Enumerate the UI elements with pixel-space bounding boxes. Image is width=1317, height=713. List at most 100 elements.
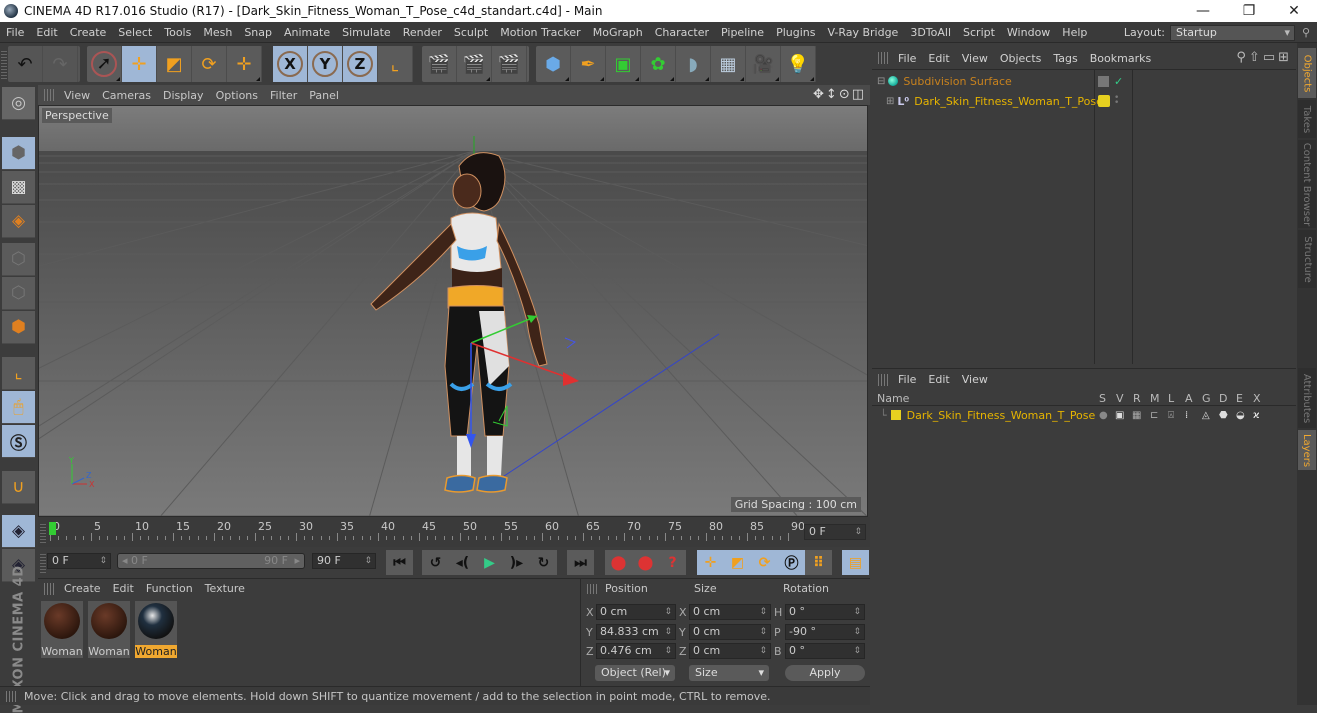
live-selection-icon[interactable]: ➚ <box>87 46 122 82</box>
coordinates-grip[interactable] <box>587 584 597 594</box>
layer-color-swatch[interactable] <box>890 410 901 420</box>
menu-render[interactable]: Render <box>397 26 448 39</box>
viewport-menu-filter[interactable]: Filter <box>264 89 303 102</box>
menu-select[interactable]: Select <box>112 26 158 39</box>
axis-mode-icon[interactable]: ⌞ <box>2 357 35 390</box>
pen-spline-icon[interactable]: ✒ <box>571 46 606 82</box>
x-axis-icon[interactable]: X <box>273 46 308 82</box>
column-locked[interactable]: L <box>1168 392 1174 405</box>
timeline[interactable]: 0 5 10 15 20 25 30 35 40 45 50 55 60 65 70 75 80 85 90 0 F… <box>38 517 870 547</box>
visible-toggle-icon[interactable]: ▣ <box>1115 410 1124 421</box>
minimize-button[interactable]: — <box>1180 0 1226 22</box>
light-icon[interactable]: 💡 <box>781 46 816 82</box>
material-menu-function[interactable]: Function <box>140 582 199 595</box>
floor-icon[interactable]: ▦ <box>711 46 746 82</box>
om-menu-view[interactable]: View <box>956 52 994 65</box>
menu-3dtoall[interactable]: 3DToAll <box>904 26 957 39</box>
frame-range-slider[interactable]: ◂ 0 F 90 F ▸ <box>117 553 305 569</box>
viewport-grip[interactable] <box>44 89 56 101</box>
enabled-check-icon[interactable]: ✓ <box>1114 75 1123 88</box>
render-toggle-icon[interactable]: ▦ <box>1132 410 1141 421</box>
model-mode-icon[interactable]: ⬢ <box>2 137 35 170</box>
menu-script[interactable]: Script <box>957 26 1001 39</box>
point-level-animation-button[interactable]: ⠿ <box>805 550 832 575</box>
menu-pipeline[interactable]: Pipeline <box>715 26 770 39</box>
object-name[interactable]: Subdivision Surface <box>903 75 1011 88</box>
start-frame-field[interactable]: 0 F ⇕ <box>47 553 111 569</box>
previous-frame-button[interactable]: ◂( <box>449 550 476 575</box>
menu-simulate[interactable]: Simulate <box>336 26 397 39</box>
menu-window[interactable]: Window <box>1001 26 1056 39</box>
texture-mode-icon[interactable]: ▩ <box>2 171 35 204</box>
viewport-menu-view[interactable]: View <box>58 89 96 102</box>
redo-icon[interactable]: ↷ <box>43 46 78 82</box>
column-animation[interactable]: A <box>1185 392 1193 405</box>
lock-toggle-icon[interactable]: ⍓ <box>1168 410 1174 421</box>
layer-name[interactable]: Dark_Skin_Fitness_Woman_T_Pose <box>907 409 1096 422</box>
menu-snap[interactable]: Snap <box>238 26 278 39</box>
lm-menu-edit[interactable]: Edit <box>922 373 955 386</box>
viewport-nav-icons[interactable]: ✥↕⊙◫ <box>813 87 866 102</box>
undo-icon[interactable]: ↶ <box>8 46 43 82</box>
column-render[interactable]: R <box>1133 392 1141 405</box>
go-to-next-key-button[interactable]: ↻ <box>530 550 557 575</box>
xref-toggle-icon[interactable]: ϰ <box>1253 410 1260 421</box>
om-menu-objects[interactable]: Objects <box>994 52 1048 65</box>
material-item-selected[interactable]: Woman <box>135 601 177 658</box>
column-xref[interactable]: X <box>1253 392 1261 405</box>
rotation-b-field[interactable]: 0 ° ⇕ <box>785 643 865 659</box>
layout-dropdown[interactable]: Startup <box>1170 24 1295 41</box>
locked-workplane-icon[interactable]: ◈ <box>2 515 35 548</box>
object-manager-grip[interactable] <box>878 52 890 64</box>
expand-icon[interactable]: ⊞ <box>886 96 894 107</box>
points-mode-icon[interactable]: ⬡ <box>2 243 35 276</box>
playhead[interactable] <box>49 522 56 535</box>
manager-toggle-icon[interactable]: ⊏ <box>1150 410 1158 421</box>
menu-vray-bridge[interactable]: V-Ray Bridge <box>821 26 904 39</box>
end-frame-field[interactable]: 90 F ⇕ <box>312 553 376 569</box>
current-frame-field[interactable]: 0 F ⇕ <box>804 524 866 540</box>
position-x-field[interactable]: 0 cm ⇕ <box>596 604 676 620</box>
tab-layers[interactable]: Layers <box>1298 430 1316 470</box>
visibility-dots-icon[interactable]: • • <box>1114 94 1119 108</box>
deformers-toggle-icon[interactable]: ⬣ <box>1219 410 1228 421</box>
column-solo[interactable]: S <box>1099 392 1106 405</box>
generators-toggle-icon[interactable]: ◬ <box>1202 410 1210 421</box>
size-mode-dropdown[interactable]: Size <box>689 665 769 681</box>
lm-menu-view[interactable]: View <box>956 373 994 386</box>
z-axis-icon[interactable]: Z <box>343 46 378 82</box>
timeline-ruler[interactable]: 0 5 10 15 20 25 30 35 40 45 50 55 60 65 70 75 80 85 90 <box>50 517 805 547</box>
material-menu-edit[interactable]: Edit <box>107 582 140 595</box>
go-to-end-button[interactable]: ⏭ <box>567 550 594 575</box>
solo-mode-icon[interactable]: Ⓢ <box>2 425 35 458</box>
move-icon[interactable]: ✛ <box>122 46 157 82</box>
rotation-h-field[interactable]: 0 ° ⇕ <box>785 604 865 620</box>
tab-takes[interactable]: Takes <box>1298 100 1316 138</box>
render-settings-icon[interactable]: 🎬 <box>492 46 527 82</box>
om-menu-bookmarks[interactable]: Bookmarks <box>1084 52 1157 65</box>
object-row-woman[interactable]: ⊞ L⁰ Dark_Skin_Fitness_Woman_T_Pose • • <box>872 91 1296 111</box>
viewport-menu-display[interactable]: Display <box>157 89 210 102</box>
size-z-field[interactable]: 0 cm ⇕ <box>689 643 771 659</box>
edges-mode-icon[interactable]: ⬡ <box>2 277 35 310</box>
close-button[interactable]: ✕ <box>1271 0 1317 22</box>
scale-icon[interactable]: ◩ <box>157 46 192 82</box>
material-item[interactable]: Woman <box>41 601 83 658</box>
viewport-menu-options[interactable]: Options <box>210 89 264 102</box>
layer-color-swatch[interactable] <box>1098 75 1109 87</box>
layer-color-swatch[interactable] <box>1098 95 1110 107</box>
menu-animate[interactable]: Animate <box>278 26 336 39</box>
lm-menu-file[interactable]: File <box>892 373 922 386</box>
column-deformers[interactable]: D <box>1219 392 1227 405</box>
render-view-icon[interactable]: 🎬 <box>422 46 457 82</box>
subdivision-surface-icon[interactable]: ▣ <box>606 46 641 82</box>
camera-label[interactable]: Perspective <box>42 108 112 123</box>
column-visible[interactable]: V <box>1116 392 1124 405</box>
position-z-field[interactable]: 0.476 cm ⇕ <box>596 643 676 659</box>
go-to-start-button[interactable]: ⏮ <box>386 550 413 575</box>
apply-button[interactable]: Apply <box>785 665 865 681</box>
column-manager[interactable]: M <box>1150 392 1160 405</box>
menu-sculpt[interactable]: Sculpt <box>448 26 494 39</box>
cloner-icon[interactable]: ✿ <box>641 46 676 82</box>
make-editable-icon[interactable]: ◎ <box>2 87 35 120</box>
